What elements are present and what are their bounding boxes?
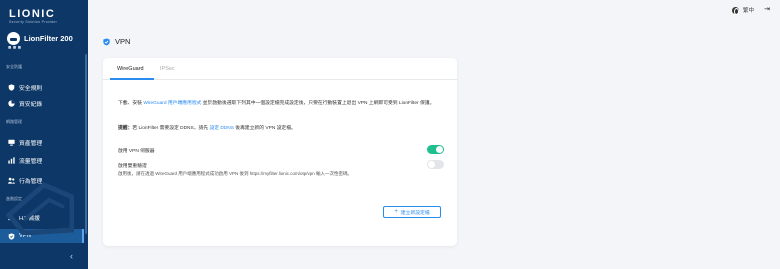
enable-otp-label: 啟用雙重驗證 (118, 164, 147, 169)
desc-text: 下載、安裝 (118, 101, 144, 106)
page-title: VPN (103, 37, 130, 46)
sidebar-item-security-logs[interactable]: 資安紀錄 (0, 96, 84, 110)
brand-logo: LIONIC (9, 8, 56, 20)
logout-icon[interactable]: ⇥ (764, 6, 770, 13)
wireguard-description: 下載、安裝 WireGuard 用戶端應用程式 並於啟動後選取下列其中一個設定檔… (118, 100, 448, 108)
otp-hint: 啟用後，請在透過 WireGuard 用戶端應用程式成功啟用 VPN 後到 ht… (118, 171, 353, 176)
sidebar: LIONIC Security Solution Provider LionFi… (0, 0, 88, 269)
topbar: 繁中 ⇥ (88, 0, 780, 22)
note-text: 若 LionFilter 需要設定 DDNS，請先 (132, 126, 210, 131)
sidebar-scrollbar[interactable] (85, 54, 87, 234)
ddns-settings-link[interactable]: 設定 DDNS (209, 126, 234, 131)
sidebar-item-label: 安全規則 (19, 85, 43, 92)
note-label: 提醒： (118, 126, 133, 131)
toggle-knob (436, 146, 443, 153)
sidebar-item-assets[interactable]: 資產管理 (0, 135, 84, 149)
desc-text: 並於啟動後選取下列其中一個設定檔完成設定後，只要在行動裝置上退出 VPN 上網即… (201, 101, 435, 106)
shield-icon (8, 83, 15, 91)
section-network: 網路管理 (6, 119, 22, 124)
collapse-sidebar-icon[interactable]: ‹ (70, 252, 73, 261)
language-selector[interactable]: 繁中 (731, 6, 754, 15)
enable-vpn-server-label: 啟用 VPN 伺服器 (118, 149, 155, 154)
note-text: 後再建立新的 VPN 設定檔。 (233, 126, 296, 131)
add-profile-label: 建立新設定檔 (400, 210, 430, 216)
device-selector[interactable]: LionFilter 200 (7, 30, 83, 46)
router-icon (7, 31, 20, 45)
tab-bar: WireGuard IPSec (103, 58, 457, 80)
globe-icon (731, 6, 739, 15)
sidebar-item-traffic[interactable]: 流量管理 (0, 153, 84, 167)
tab-wireguard[interactable]: WireGuard (117, 66, 144, 72)
sidebar-item-label: 流量管理 (19, 158, 43, 165)
vpn-card: WireGuard IPSec 下載、安裝 WireGuard 用戶端應用程式 … (103, 58, 457, 246)
toggle-knob (428, 161, 435, 168)
sidebar-item-label: 資產管理 (19, 140, 43, 147)
traffic-icon (8, 156, 15, 164)
log-icon (8, 99, 15, 107)
tab-ipsec[interactable]: IPSec (160, 66, 175, 72)
wireguard-app-link[interactable]: WireGuard 用戶端應用程式 (143, 101, 201, 106)
add-profile-button[interactable]: + 建立新設定檔 (383, 206, 441, 218)
lion-watermark-icon (5, 182, 74, 235)
sidebar-item-label: 資安紀錄 (19, 101, 43, 108)
active-tab-indicator (110, 78, 154, 80)
enable-otp-toggle[interactable] (427, 160, 444, 169)
page-title-text: VPN (115, 37, 131, 46)
brand-tagline: Security Solution Provider (9, 20, 58, 24)
section-security: 安全防護 (6, 64, 22, 69)
assets-icon (8, 139, 15, 146)
enable-vpn-server-toggle[interactable] (427, 145, 444, 154)
sidebar-item-partial[interactable]: ■ ■ ■ (8, 45, 21, 51)
ddns-note: 提醒：若 LionFilter 需要設定 DDNS，請先 設定 DDNS 後再建… (118, 124, 296, 131)
sidebar-item-security-rules[interactable]: 安全規則 (0, 80, 84, 94)
plus-icon: + (394, 209, 398, 215)
vpn-title-icon (103, 38, 110, 45)
device-name: LionFilter 200 (24, 33, 73, 43)
language-label: 繁中 (742, 8, 754, 14)
